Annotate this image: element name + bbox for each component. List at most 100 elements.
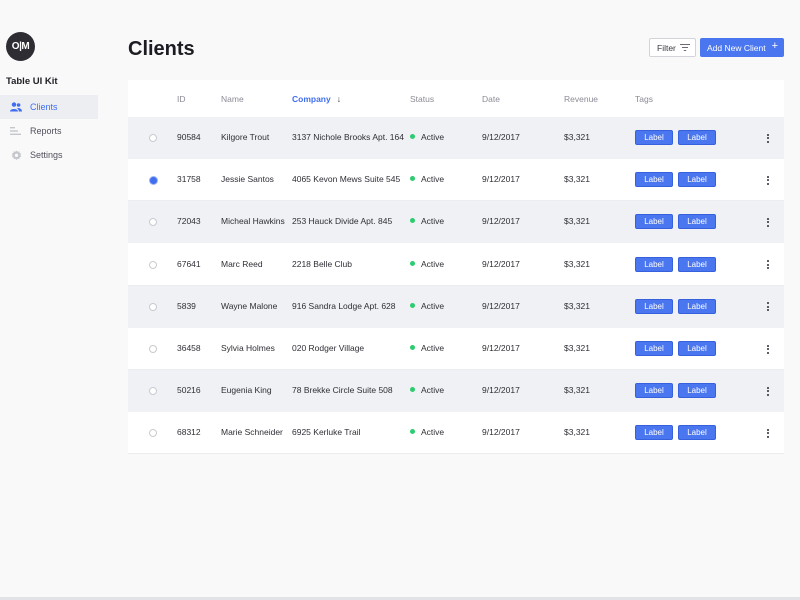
status-active-dot-icon xyxy=(410,218,415,224)
tag-label[interactable]: Label xyxy=(635,298,673,314)
sidebar-item-settings[interactable]: Settings xyxy=(0,143,98,167)
clients-table: ID Name Company ↓ Status Date Revenue Tag… xyxy=(128,80,784,455)
sidebar: O|M Table UI Kit Clients Reports Setting… xyxy=(0,0,98,600)
row-select-radio[interactable] xyxy=(149,345,157,353)
more-options-icon[interactable] xyxy=(764,131,772,145)
cell-name: Kilgore Trout xyxy=(221,132,270,142)
table-row[interactable]: 68312 Marie Schneider 6925 Kerluke Trail Ac… xyxy=(128,412,784,455)
cell-company: 4065 Kevon Mews Suite 545 xyxy=(292,174,401,185)
status-label: Active xyxy=(421,174,445,185)
tag-label[interactable]: Label xyxy=(678,383,716,399)
cell-id: 72043 xyxy=(177,216,201,227)
tag-label[interactable]: Label xyxy=(635,341,673,356)
table-row[interactable]: 31758 Jessie Santos 4065 Kevon Mews Suite … xyxy=(128,159,784,202)
cell-name: Eugenia King xyxy=(221,385,272,396)
filter-button[interactable]: Filter xyxy=(649,38,696,57)
column-header-id[interactable]: ID xyxy=(177,94,186,104)
table-row[interactable]: 72043 Micheal Hawkins 253 Hauck Divide Apt… xyxy=(128,201,784,244)
cell-revenue: $3,321 xyxy=(564,343,590,353)
tag-label[interactable]: Label xyxy=(678,341,716,356)
cell-id: 90584 xyxy=(177,132,201,142)
cell-status: Active xyxy=(410,427,444,437)
more-options-icon[interactable] xyxy=(764,342,772,356)
tag-label[interactable]: Label xyxy=(635,214,673,230)
cell-revenue: $3,321 xyxy=(564,385,590,396)
row-select-radio[interactable] xyxy=(149,387,157,396)
column-header-name[interactable]: Name xyxy=(221,94,244,104)
column-header-company-label: Company xyxy=(292,94,331,104)
table-row[interactable]: 67641 Marc Reed 2218 Belle Club Active 9/12/… xyxy=(128,244,784,286)
cell-date: 9/12/2017 xyxy=(482,174,520,185)
more-options-icon[interactable] xyxy=(764,300,772,314)
column-header-status[interactable]: Status xyxy=(410,94,434,104)
row-select-radio[interactable] xyxy=(149,302,157,311)
add-new-client-button[interactable]: Add New Client + xyxy=(700,38,784,57)
row-select-radio[interactable] xyxy=(149,429,157,438)
status-active-dot-icon xyxy=(410,134,415,139)
tag-label[interactable]: Label xyxy=(635,256,673,272)
column-header-tags: Tags xyxy=(635,94,653,104)
tag-label[interactable]: Label xyxy=(678,425,716,441)
cell-status: Active xyxy=(410,174,444,184)
status-label: Active xyxy=(421,132,445,142)
table-row[interactable]: 50216 Eugenia King 78 Brekke Circle Suite … xyxy=(128,370,784,413)
cell-date: 9/12/2017 xyxy=(482,427,520,438)
tag-label[interactable]: Label xyxy=(635,425,673,441)
more-options-icon[interactable] xyxy=(764,426,772,440)
cell-company: 2218 Belle Club xyxy=(292,258,353,269)
filter-icon xyxy=(680,43,690,54)
status-label: Active xyxy=(421,343,445,353)
tag-label[interactable]: Label xyxy=(635,383,673,399)
row-select-radio[interactable] xyxy=(149,134,157,142)
row-select-radio[interactable] xyxy=(149,260,157,269)
sidebar-item-clients[interactable]: Clients xyxy=(0,95,98,119)
column-header-revenue[interactable]: Revenue xyxy=(564,94,598,104)
cell-name: Wayne Malone xyxy=(221,300,278,311)
more-options-icon[interactable] xyxy=(764,173,772,187)
tag-label[interactable]: Label xyxy=(678,130,716,145)
tag-label[interactable]: Label xyxy=(678,256,716,272)
cell-name: Marie Schneider xyxy=(221,427,283,438)
more-options-icon[interactable] xyxy=(764,215,772,229)
cell-revenue: $3,321 xyxy=(564,216,590,227)
sidebar-nav: Clients Reports Settings xyxy=(0,95,98,167)
tag-label[interactable]: Label xyxy=(635,130,673,145)
tag-label[interactable]: Label xyxy=(678,172,716,188)
cell-company: 020 Rodger Village xyxy=(292,343,365,353)
gear-icon xyxy=(10,149,22,161)
cell-status: Active xyxy=(410,259,444,269)
column-header-company[interactable]: Company ↓ xyxy=(292,94,341,104)
more-options-icon[interactable] xyxy=(764,384,772,398)
row-select-radio[interactable] xyxy=(149,218,157,227)
column-header-date[interactable]: Date xyxy=(482,94,500,104)
cell-name: Sylvia Holmes xyxy=(221,343,275,353)
tag-label[interactable]: Label xyxy=(635,172,673,188)
status-active-dot-icon xyxy=(410,176,415,182)
sidebar-item-reports[interactable]: Reports xyxy=(0,119,98,143)
tag-label[interactable]: Label xyxy=(678,214,716,230)
cell-id: 50216 xyxy=(177,385,201,396)
cell-revenue: $3,321 xyxy=(564,258,590,269)
app-title: Table UI Kit xyxy=(6,76,58,87)
status-active-dot-icon xyxy=(410,387,415,393)
tag-label[interactable]: Label xyxy=(678,298,716,314)
cell-revenue: $3,321 xyxy=(564,300,590,311)
app-logo[interactable]: O|M xyxy=(6,32,35,61)
table-row[interactable]: 5839 Wayne Malone 916 Sandra Lodge Apt. 62… xyxy=(128,285,784,328)
table-row[interactable]: 90584 Kilgore Trout 3137 Nichole Brooks Ap… xyxy=(128,117,784,159)
cell-company: 6925 Kerluke Trail xyxy=(292,427,361,438)
more-options-icon[interactable] xyxy=(764,258,772,272)
cell-date: 9/12/2017 xyxy=(482,300,520,311)
sidebar-item-label: Settings xyxy=(30,150,63,160)
table-header: ID Name Company ↓ Status Date Revenue Tag… xyxy=(128,80,784,117)
cell-name: Jessie Santos xyxy=(221,174,274,185)
cell-status: Active xyxy=(410,343,444,353)
status-active-dot-icon xyxy=(410,345,415,350)
row-select-radio[interactable] xyxy=(150,177,157,185)
cell-date: 9/12/2017 xyxy=(482,258,520,269)
status-active-dot-icon xyxy=(410,260,415,266)
cell-status: Active xyxy=(410,216,444,226)
plus-icon: + xyxy=(771,40,778,52)
cell-revenue: $3,321 xyxy=(564,174,590,185)
table-row[interactable]: 36458 Sylvia Holmes 020 Rodger Village Acti… xyxy=(128,328,784,370)
